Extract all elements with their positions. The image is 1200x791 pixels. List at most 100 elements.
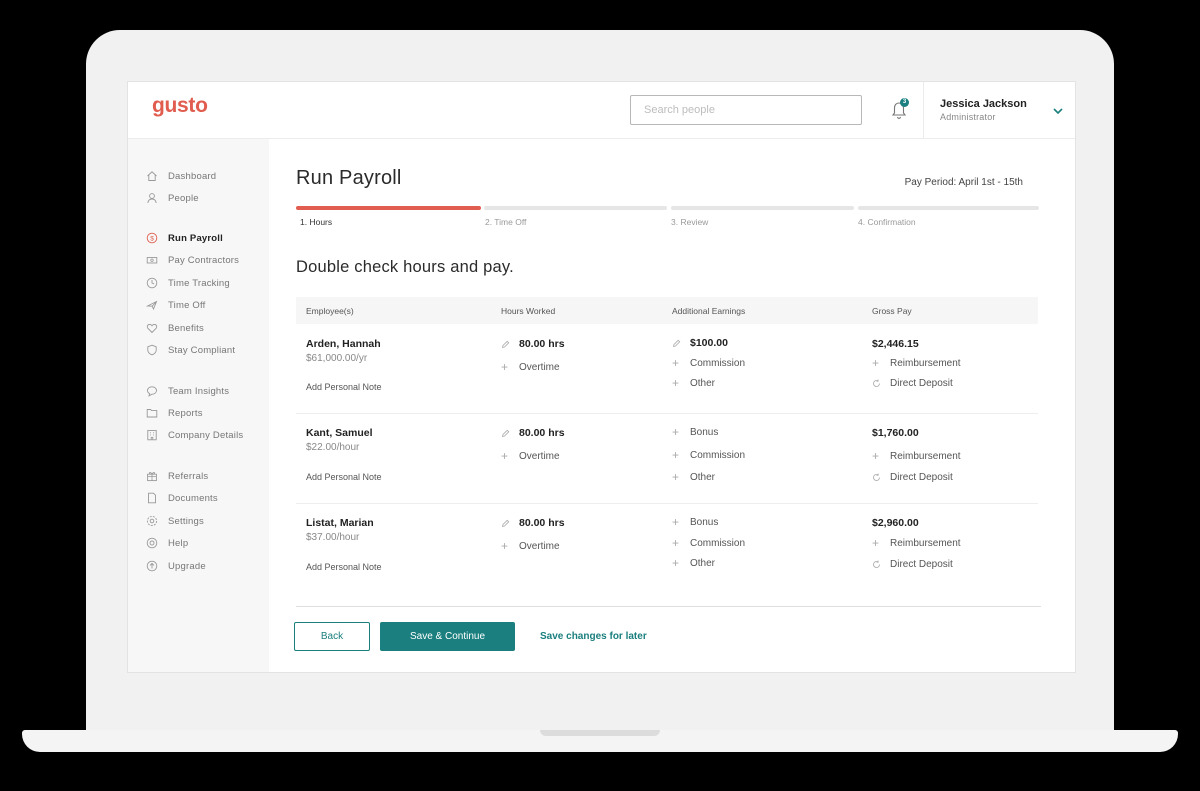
chevron-down-icon[interactable]	[1051, 104, 1065, 118]
add-commission-button[interactable]: + Commission	[672, 536, 746, 550]
sidebar-item-stay-compliant[interactable]: Stay Compliant	[146, 342, 235, 358]
employee-name[interactable]: Kant, Samuel	[306, 427, 373, 439]
plus-icon: +	[672, 536, 680, 550]
earning-field[interactable]: $100.00	[672, 337, 728, 349]
column-header: Hours Worked	[501, 306, 556, 316]
hours-field[interactable]: 80.00 hrs	[501, 427, 565, 439]
employee-name[interactable]: Listat, Marian	[306, 517, 374, 529]
commission-label: Commission	[690, 538, 746, 549]
hours-field[interactable]: 80.00 hrs	[501, 517, 565, 529]
sidebar-item-label: Run Payroll	[168, 232, 223, 244]
employee-name[interactable]: Arden, Hannah	[306, 338, 381, 350]
search-input[interactable]	[630, 95, 862, 125]
add-bonus-button[interactable]: + Bonus	[672, 516, 718, 528]
add-overtime-button[interactable]: + Overtime	[501, 450, 560, 462]
sidebar-item-time-tracking[interactable]: Time Tracking	[146, 275, 230, 291]
plus-icon: +	[501, 539, 509, 553]
sidebar-item-label: Dashboard	[168, 170, 217, 182]
plus-icon: +	[672, 556, 680, 570]
bonus-label: Bonus	[690, 427, 719, 438]
footer-divider	[296, 606, 1041, 607]
add-overtime-button[interactable]: + Overtime	[501, 360, 560, 374]
add-bonus-button[interactable]: + Bonus	[672, 426, 719, 438]
add-reimbursement-button[interactable]: + Reimbursement	[872, 357, 961, 369]
sidebar-item-time-off[interactable]: Time Off	[146, 297, 206, 313]
step-confirmation[interactable]: 4. Confirmation	[858, 217, 916, 227]
sidebar-item-label: Team Insights	[168, 385, 230, 397]
add-other-button[interactable]: + Other	[672, 377, 715, 389]
sidebar-item-company-details[interactable]: Company Details	[146, 427, 243, 443]
user-name[interactable]: Jessica Jackson	[940, 98, 1027, 110]
add-other-button[interactable]: + Other	[672, 471, 716, 483]
gusto-logo[interactable]: gusto	[152, 94, 208, 118]
sidebar-item-documents[interactable]: Documents	[146, 490, 218, 506]
page-title: Run Payroll	[296, 167, 402, 189]
direct-deposit-toggle[interactable]: Direct Deposit	[872, 559, 953, 570]
step-progress-bar	[671, 206, 854, 210]
other-label: Other	[690, 472, 716, 483]
add-note-link[interactable]: Add Personal Note	[306, 472, 382, 482]
plus-icon: +	[672, 448, 680, 462]
sidebar-item-reports[interactable]: Reports	[146, 405, 203, 421]
hours-value: 80.00 hrs	[519, 517, 565, 529]
hours-value: 80.00 hrs	[519, 338, 565, 350]
save-continue-button[interactable]: Save & Continue	[380, 622, 515, 651]
sidebar-item-settings[interactable]: Settings	[146, 513, 204, 529]
add-overtime-button[interactable]: + Overtime	[501, 539, 560, 553]
sidebar-item-run-payroll[interactable]: $ Run Payroll	[146, 230, 223, 246]
add-note-link[interactable]: Add Personal Note	[306, 382, 382, 392]
sidebar-item-help[interactable]: Help	[146, 535, 188, 551]
hours-value: 80.00 hrs	[519, 427, 565, 439]
home-icon	[147, 171, 157, 181]
gift-icon	[147, 472, 157, 482]
table-row: Listat, Marian $37.00/hour Add Personal …	[296, 504, 1038, 594]
refresh-icon	[873, 473, 880, 481]
sidebar: Dashboard People $ Run Payroll Pay Contr…	[128, 139, 269, 672]
svg-text:$: $	[150, 235, 154, 242]
add-reimbursement-button[interactable]: + Reimbursement	[872, 537, 961, 549]
deposit-label: Direct Deposit	[890, 559, 953, 570]
hours-field[interactable]: 80.00 hrs	[501, 338, 565, 350]
add-commission-button[interactable]: + Commission	[672, 448, 746, 462]
sidebar-item-benefits[interactable]: Benefits	[146, 320, 204, 336]
add-note-link[interactable]: Add Personal Note	[306, 562, 382, 572]
direct-deposit-toggle[interactable]: Direct Deposit	[872, 472, 953, 483]
add-reimbursement-button[interactable]: + Reimbursement	[872, 450, 961, 462]
laptop-notch	[540, 730, 660, 736]
add-other-button[interactable]: + Other	[672, 556, 715, 570]
refresh-icon	[873, 379, 880, 387]
sidebar-item-label: Documents	[168, 492, 218, 504]
deposit-label: Direct Deposit	[890, 378, 953, 389]
shield-icon	[147, 344, 157, 356]
step-time-off[interactable]: 2. Time Off	[485, 217, 526, 227]
save-for-later-link[interactable]: Save changes for later	[540, 631, 647, 642]
add-commission-button[interactable]: + Commission	[672, 356, 745, 370]
plus-icon: +	[501, 360, 509, 374]
step-hours[interactable]: 1. Hours	[300, 217, 332, 227]
overtime-label: Overtime	[519, 362, 560, 373]
reimbursement-label: Reimbursement	[890, 358, 961, 369]
step-review[interactable]: 3. Review	[671, 217, 708, 227]
sidebar-item-pay-contractors[interactable]: Pay Contractors	[146, 252, 239, 268]
sidebar-item-team-insights[interactable]: Team Insights	[146, 383, 229, 399]
sidebar-item-label: Reports	[168, 407, 203, 419]
direct-deposit-toggle[interactable]: Direct Deposit	[872, 378, 953, 389]
sidebar-item-label: People	[168, 192, 199, 204]
sidebar-item-referrals[interactable]: Referrals	[146, 468, 208, 484]
table-row: Arden, Hannah $61,000.00/yr Add Personal…	[296, 324, 1038, 414]
sidebar-item-label: Company Details	[168, 429, 244, 441]
commission-label: Commission	[690, 450, 746, 461]
heart-icon	[146, 323, 158, 334]
table-header: Employee(s) Hours Worked Additional Earn…	[296, 297, 1038, 324]
sidebar-item-dashboard[interactable]: Dashboard	[146, 168, 216, 184]
plus-icon: +	[672, 356, 680, 370]
back-button[interactable]: Back	[294, 622, 370, 651]
sidebar-item-upgrade[interactable]: Upgrade	[146, 558, 206, 574]
sidebar-item-label: Settings	[168, 515, 204, 527]
pencil-icon	[672, 339, 681, 347]
clock-icon	[146, 277, 158, 289]
column-header: Gross Pay	[872, 306, 912, 316]
sidebar-item-people[interactable]: People	[146, 190, 199, 206]
reimbursement-label: Reimbursement	[890, 538, 961, 549]
plane-icon	[146, 300, 158, 311]
